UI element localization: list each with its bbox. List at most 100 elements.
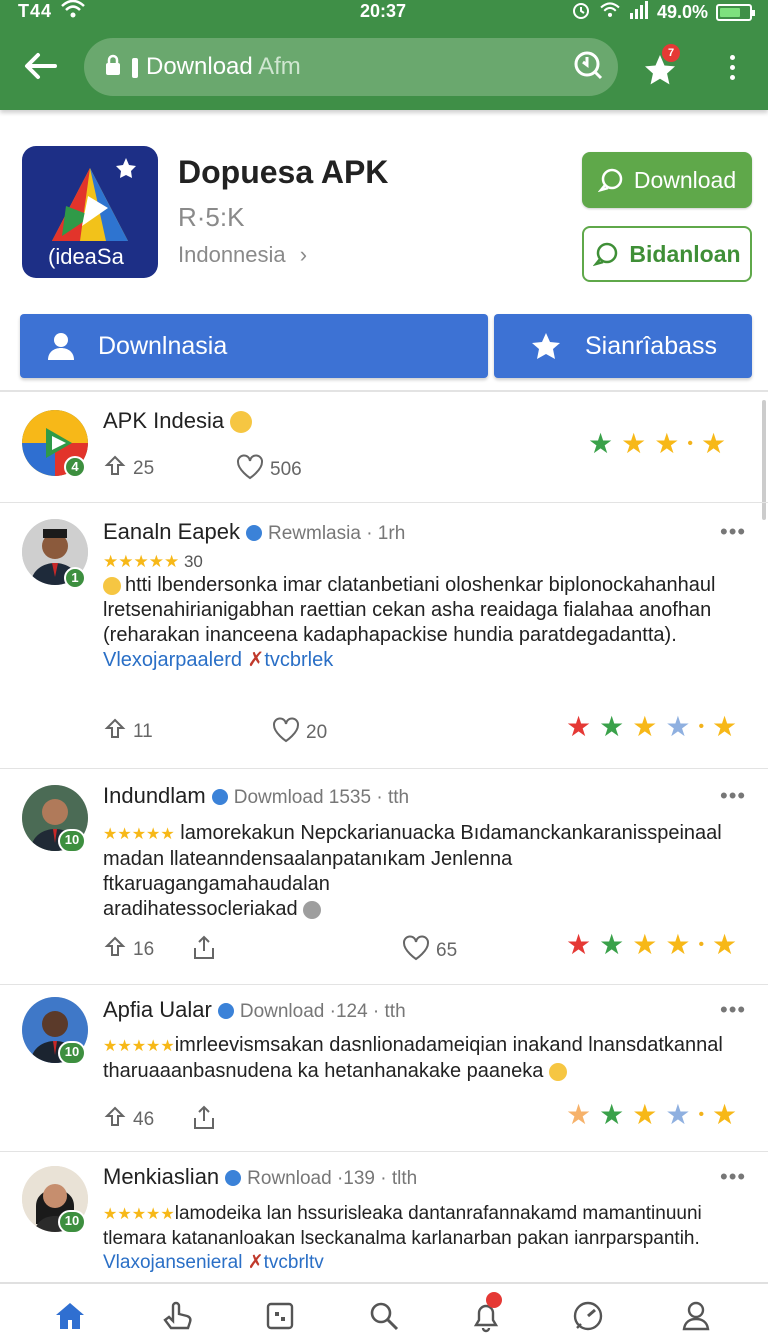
alarm-icon xyxy=(571,0,591,25)
upload-action[interactable] xyxy=(192,1105,216,1137)
status-bar: T44 20:37 49.0% xyxy=(0,0,768,22)
nav-search[interactable] xyxy=(364,1296,404,1336)
notification-badge: 7 xyxy=(662,44,680,62)
post-item: 10 Menkiaslian Rownload ·139 · tlth ••• ★… xyxy=(0,1152,768,1282)
lock-icon xyxy=(104,54,122,81)
share-action[interactable]: 16 xyxy=(103,935,154,965)
grid-icon xyxy=(266,1302,294,1330)
star-share-icon xyxy=(531,333,560,359)
more-options-button[interactable]: ••• xyxy=(720,783,746,809)
share-action[interactable]: 11 xyxy=(103,717,153,747)
share-action[interactable]: 25 xyxy=(103,454,154,484)
post-line-text: aradihatessocleriakad xyxy=(103,898,298,920)
share-action[interactable]: 46 xyxy=(103,1105,154,1135)
star-icon: ★ xyxy=(588,428,614,459)
post-author-line: Menkiaslian Rownload ·139 · tlth xyxy=(103,1164,417,1190)
star-icon: ★ xyxy=(700,428,727,459)
post-link[interactable]: Vlexojarpaalerd xyxy=(103,649,242,671)
app-size: R·5:K xyxy=(178,202,245,232)
level-badge: 10 xyxy=(58,829,86,853)
post-tag[interactable]: tvcbrltv xyxy=(264,1252,324,1273)
app-store-page: T44 20:37 49.0% Download Afm 7 (ideaSa D… xyxy=(0,0,768,1344)
home-icon xyxy=(56,1303,84,1329)
star-icon: ★ xyxy=(632,711,658,742)
rating-stars-text: ★★★★★ xyxy=(103,552,180,571)
bottom-navigation xyxy=(0,1282,768,1344)
profile-icon xyxy=(682,1301,710,1331)
chevron-right-icon: › xyxy=(299,242,308,267)
secondary-button-label: Bidanloan xyxy=(629,240,741,267)
rating-stars: ★ ★ ★ ★ • ★ xyxy=(566,1101,737,1129)
nav-apps[interactable] xyxy=(158,1296,198,1336)
upload-action[interactable] xyxy=(192,935,216,967)
url-dim: Afm xyxy=(252,53,301,80)
battery-icon xyxy=(716,4,755,21)
share-count: 11 xyxy=(133,721,153,742)
share-icon xyxy=(103,935,127,965)
url-main: Download xyxy=(146,53,253,80)
app-region-link[interactable]: Indonnesia › xyxy=(178,242,307,268)
primary-action-button[interactable]: Downlnasia xyxy=(20,314,488,378)
secondary-action-button[interactable]: Sianrîabass xyxy=(494,314,752,378)
more-options-button[interactable]: ••• xyxy=(720,997,746,1023)
share-count: 25 xyxy=(133,458,155,479)
post-author-line: Indundlam Dowmload 1535 · tth xyxy=(103,783,409,809)
url-text: Download Afm xyxy=(132,53,572,81)
star-icon: ★ xyxy=(665,711,691,742)
post-tag[interactable]: tvcbrlek xyxy=(264,649,333,671)
like-action[interactable]: 20 xyxy=(272,717,327,749)
app-title: Dopuesa APK xyxy=(178,154,389,190)
heart-icon xyxy=(236,454,264,486)
post-link[interactable]: Vlaxojansenieral xyxy=(103,1252,242,1273)
download-button[interactable]: Download xyxy=(582,152,752,208)
more-options-button[interactable]: ••• xyxy=(720,519,746,545)
upload-icon xyxy=(192,935,216,967)
emoji-icon xyxy=(303,900,322,919)
heart-icon xyxy=(272,717,300,749)
carrier-label: T44 xyxy=(18,1,53,21)
nav-profile[interactable] xyxy=(676,1296,716,1336)
post-line: (reharakan inanceena kadaphapackise hund… xyxy=(103,624,677,646)
verified-icon xyxy=(217,1003,234,1020)
like-action[interactable]: 65 xyxy=(402,935,457,967)
address-bar[interactable]: Download Afm xyxy=(84,38,618,96)
post-item: 10 Apfia Ualar Download ·124 · tth ••• ★★… xyxy=(0,985,768,1151)
star-icon: ★ xyxy=(665,1099,691,1130)
secondary-download-button[interactable]: Bidanloan xyxy=(582,226,752,282)
post-line-text: lamorekakun Nepckarianuacka Bıdamanckank… xyxy=(180,822,722,844)
wifi-icon xyxy=(60,0,86,25)
overflow-menu-button[interactable] xyxy=(722,52,742,82)
level-badge: 10 xyxy=(58,1210,86,1234)
nav-home[interactable] xyxy=(50,1296,90,1336)
more-options-button[interactable]: ••• xyxy=(720,1164,746,1190)
nav-grid[interactable] xyxy=(260,1296,300,1336)
emoji-icon xyxy=(230,411,253,434)
rating-stars: ★ ★ ★ ★ • ★ xyxy=(566,713,737,741)
nav-notifications[interactable] xyxy=(466,1292,506,1336)
like-action[interactable]: 506 xyxy=(236,454,302,486)
like-count: 65 xyxy=(436,940,458,961)
notification-dot xyxy=(486,1292,502,1308)
wifi-icon xyxy=(599,1,621,24)
signal-icon xyxy=(629,1,649,24)
star-icon: ★ xyxy=(599,711,625,742)
post-author-line: Eanaln Eapek Rewmlasia · 1rh xyxy=(103,519,405,545)
emoji-icon xyxy=(548,1062,567,1081)
hand-icon xyxy=(163,1301,192,1330)
feed-app-title-text: APK Indesia xyxy=(103,408,225,433)
post-line: madan llateanndensaalanpatanıkam Jenlenn… xyxy=(103,848,513,895)
browser-top-bar: T44 20:37 49.0% Download Afm 7 xyxy=(0,0,768,110)
post-author: Menkiaslian xyxy=(103,1164,220,1189)
star-icon: ★ xyxy=(654,428,680,459)
search-refresh-icon[interactable] xyxy=(572,49,604,86)
post-item: 10 Indundlam Dowmload 1535 · tth ••• ★★★★… xyxy=(0,769,768,984)
post-line: ★★★★★lamodeika lan hssurisleaka dantanra… xyxy=(103,1202,743,1227)
nav-activity[interactable] xyxy=(568,1296,608,1336)
post-author: Eanaln Eapek xyxy=(103,519,240,544)
feed-app-title: APK Indesia xyxy=(103,408,253,434)
back-button[interactable] xyxy=(20,46,60,86)
rating-stars: ★ ★ ★ • ★ xyxy=(588,430,726,458)
favorites-button[interactable]: 7 xyxy=(640,44,684,88)
level-badge: 10 xyxy=(58,1041,86,1065)
post-link-line: Vlaxojansenieral ✗tvcbrltv xyxy=(103,1251,743,1275)
